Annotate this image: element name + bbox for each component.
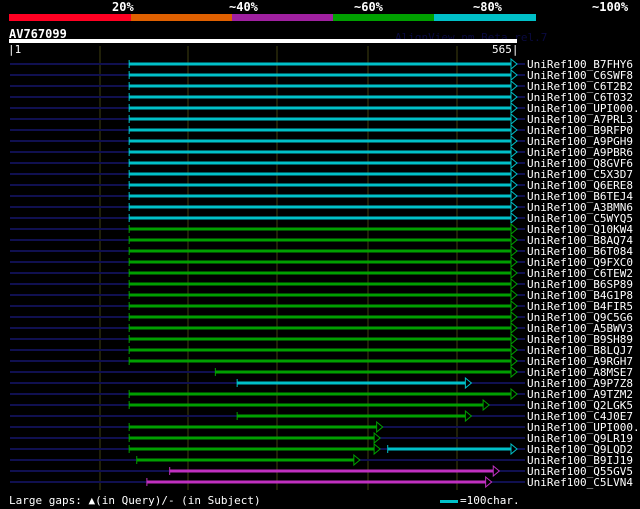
hit-end-arrow-icon: [510, 68, 518, 82]
hit-end-arrow-icon: [510, 222, 518, 236]
hit-end-arrow-icon: [485, 475, 493, 489]
hit-end-arrow-icon: [510, 332, 518, 346]
hit-end-arrow-icon: [510, 211, 518, 225]
hit-end-arrow-icon: [510, 90, 518, 104]
hit-end-arrow-icon: [510, 101, 518, 115]
hit-end-arrow-icon: [510, 167, 518, 181]
hit-end-arrow-icon: [353, 453, 361, 467]
hit-end-arrow-icon: [510, 244, 518, 258]
hit-end-arrow-icon: [510, 365, 518, 379]
scale-legend-text: =100char.: [460, 494, 520, 507]
hit-end-arrow-icon: [510, 145, 518, 159]
hit-end-arrow-icon: [510, 178, 518, 192]
hit-label[interactable]: UniRef100_C5LVN4: [527, 477, 633, 488]
hit-end-arrow-icon: [510, 442, 518, 456]
scale-swatch: [440, 499, 458, 503]
hit-end-arrow-icon: [510, 387, 518, 401]
hit-end-arrow-icon: [373, 442, 381, 456]
hit-end-arrow-icon: [510, 123, 518, 137]
hit-end-arrow-icon: [510, 299, 518, 313]
hit-end-arrow-icon: [510, 310, 518, 324]
hit-end-arrow-icon: [510, 343, 518, 357]
hit-end-arrow-icon: [510, 321, 518, 335]
hit-end-arrow-icon: [510, 200, 518, 214]
hit-end-arrow-icon: [510, 255, 518, 269]
hit-end-arrow-icon: [482, 398, 490, 412]
hit-end-arrow-icon: [492, 464, 501, 478]
gaps-legend: Large gaps: ▲(in Query)/- (in Subject): [9, 494, 261, 507]
hit-end-arrow-icon: [510, 288, 518, 302]
hit-end-arrow-icon: [510, 277, 518, 291]
hit-end-arrow-icon: [510, 134, 518, 148]
hit-end-arrow-icon: [510, 233, 518, 247]
scale-legend: =100char.: [440, 494, 520, 507]
hit-end-arrow-icon: [376, 420, 384, 434]
hit-end-arrow-icon: [510, 79, 518, 93]
hit-end-arrow-icon: [464, 409, 473, 423]
hit-end-arrow-icon: [510, 57, 518, 71]
hit-end-arrow-icon: [510, 266, 518, 280]
hit-end-arrow-icon: [464, 376, 473, 390]
hit-end-arrow-icon: [510, 156, 518, 170]
hit-end-arrow-icon: [373, 431, 381, 445]
hit-end-arrow-icon: [510, 354, 518, 368]
hit-end-arrow-icon: [510, 112, 518, 126]
hit-end-arrow-icon: [510, 189, 518, 203]
